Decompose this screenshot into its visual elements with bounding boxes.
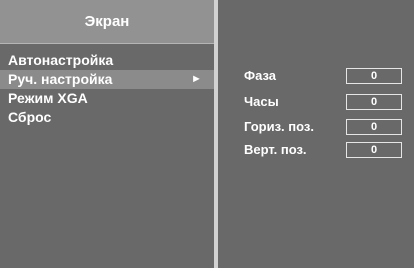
- param-label: Верт. поз.: [244, 142, 307, 157]
- menu-title: Экран: [0, 0, 214, 44]
- param-label: Фаза: [244, 68, 277, 83]
- submenu-panel: Фаза 0 Часы 0 Гориз. поз. 0 Верт. поз. 0: [218, 0, 414, 268]
- menu-item-autotune[interactable]: Автонастройка: [0, 51, 214, 70]
- main-menu-panel: Экран Автонастройка Руч. настройка ► Реж…: [0, 0, 214, 268]
- param-value-box[interactable]: 0: [346, 94, 402, 110]
- menu-item-label: Автонастройка: [8, 52, 114, 68]
- param-value-box[interactable]: 0: [346, 142, 402, 158]
- bottom-border: [0, 268, 414, 279]
- menu-item-xga-mode[interactable]: Режим XGA: [0, 89, 214, 108]
- menu-item-reset[interactable]: Сброс: [0, 108, 214, 127]
- menu-item-label: Режим XGA: [8, 90, 88, 106]
- menu-item-label: Руч. настройка: [8, 71, 113, 87]
- param-label: Часы: [244, 94, 279, 109]
- menu-item-label: Сброс: [8, 109, 52, 125]
- menu-item-manual-tune[interactable]: Руч. настройка ►: [0, 70, 214, 89]
- param-value-box[interactable]: 0: [346, 119, 402, 135]
- param-label: Гориз. поз.: [244, 119, 314, 134]
- arrow-right-icon: ►: [191, 73, 202, 85]
- menu-list: Автонастройка Руч. настройка ► Режим XGA…: [0, 51, 214, 127]
- screen-osd-menu: Экран Автонастройка Руч. настройка ► Реж…: [0, 0, 414, 279]
- param-value-box[interactable]: 0: [346, 68, 402, 84]
